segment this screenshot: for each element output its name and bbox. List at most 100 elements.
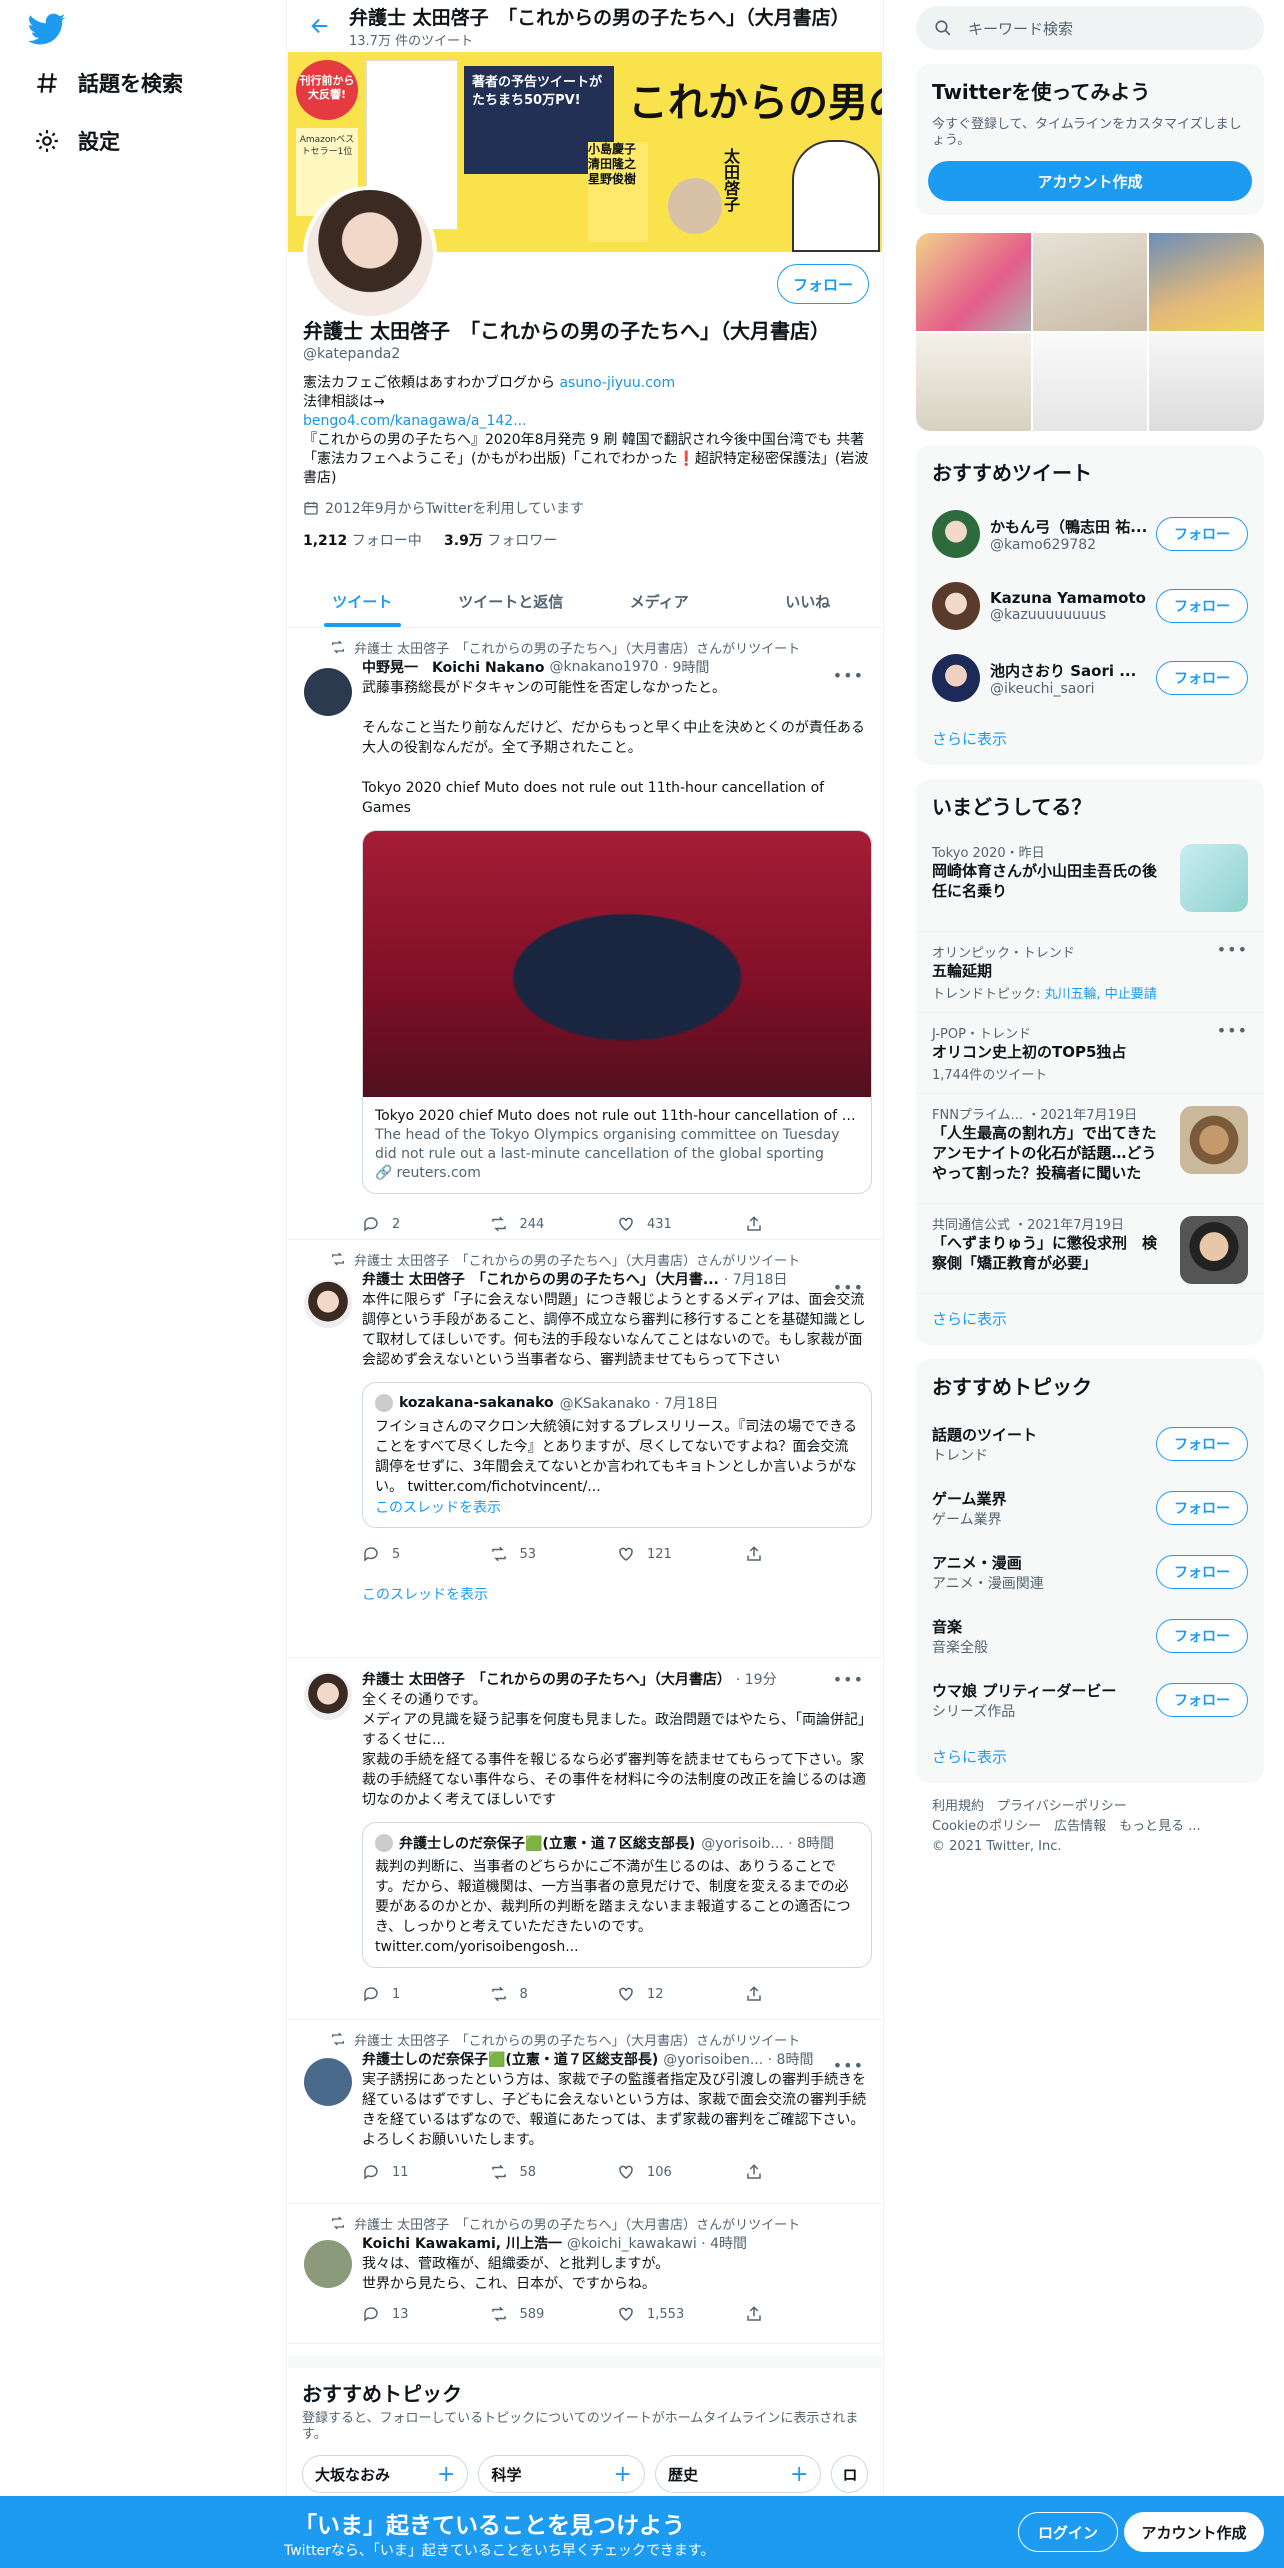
share-button[interactable] (745, 1545, 873, 1563)
show-more-link[interactable]: さらに表示 (916, 714, 1264, 765)
avatar[interactable] (304, 668, 352, 716)
retweet-button[interactable]: 244 (490, 1215, 618, 1233)
share-button[interactable] (745, 2305, 873, 2323)
tweet[interactable]: 弁護士 太田啓子 「これからの男の子たちへ」（大月書店）さんがリツイート Koi… (288, 2204, 882, 2344)
bio-link-bengo4[interactable]: bengo4.com/kanagawa/a_142... (303, 413, 527, 429)
show-more-link[interactable]: さらに表示 (916, 1732, 1264, 1783)
tweet[interactable]: 弁護士 太田啓子 「これからの男の子たちへ」（大月書店）さんがリツイート •••… (288, 2020, 882, 2204)
retweet-button[interactable]: 589 (490, 2305, 618, 2323)
media-thumbnail[interactable] (916, 233, 1031, 331)
tab-media[interactable]: メディア (585, 576, 734, 627)
media-thumbnail[interactable] (1032, 233, 1148, 331)
share-button[interactable] (745, 1215, 873, 1233)
follow-button[interactable]: フォロー (1156, 1619, 1248, 1653)
more-icon[interactable]: ••• (833, 2056, 864, 2075)
bio-link-blog[interactable]: asuno-jiyuu.com (559, 375, 675, 391)
link-card[interactable]: Tokyo 2020 chief Muto does not rule out … (362, 830, 872, 1194)
trend-item[interactable]: Tokyo 2020・昨日 岡崎体育さんが小山田圭吾氏の後任に名乗り (916, 832, 1264, 932)
topic-item[interactable]: 音楽 音楽全般 フォロー (916, 1604, 1264, 1668)
topic-item[interactable]: ゲーム業界 ゲーム業界 フォロー (916, 1476, 1264, 1540)
topic-item[interactable]: ウマ娘 プリティーダービー シリーズ作品 フォロー (916, 1668, 1264, 1732)
tweet-time[interactable]: · 19分 (736, 1669, 777, 1689)
twitter-logo-icon[interactable] (28, 10, 66, 48)
avatar[interactable] (304, 2058, 352, 2106)
tab-tweets-replies[interactable]: ツイートと返信 (437, 576, 586, 627)
follow-button[interactable]: フォロー (1156, 1555, 1248, 1589)
login-button[interactable]: ログイン (1018, 2512, 1118, 2552)
like-button[interactable]: 106 (617, 2163, 745, 2181)
retweet-button[interactable]: 8 (490, 1985, 618, 2003)
trend-item[interactable]: オリンピック・トレンド 五輪延期 トレンドトピック: 丸川五輪, 中止要請 ••… (916, 932, 1264, 1013)
share-button[interactable] (745, 1985, 873, 2003)
media-thumbnail[interactable] (916, 333, 1031, 431)
tweet-author-name[interactable]: Koichi Kawakami, 川上浩一 (362, 2233, 562, 2253)
follow-button[interactable]: フォロー (1156, 589, 1248, 623)
follow-button[interactable]: フォロー (1156, 517, 1248, 551)
retweet-button[interactable]: 58 (490, 2163, 618, 2181)
nav-settings[interactable]: 設定 (34, 126, 120, 156)
trend-topics-links[interactable]: 丸川五輪, 中止要請 (1045, 987, 1157, 1002)
back-button[interactable] (303, 9, 337, 43)
footer-links-1[interactable]: 利用規約 プライバシーポリシー (932, 1797, 1248, 1817)
profile-avatar[interactable] (303, 186, 437, 320)
like-button[interactable]: 431 (617, 1215, 745, 1233)
search-bar[interactable]: キーワード検索 (916, 6, 1264, 50)
trend-item[interactable]: FNNプライム... ・2021年7月19日 「人生最高の割れ方」で出てきたアン… (916, 1094, 1264, 1204)
topic-chip[interactable]: 大坂なおみ + (302, 2455, 469, 2493)
reply-button[interactable]: 13 (362, 2305, 490, 2323)
nav-explore[interactable]: 話題を検索 (34, 68, 183, 98)
more-icon[interactable]: ••• (833, 666, 864, 685)
topic-chip[interactable]: 科学 + (478, 2455, 645, 2493)
show-thread-link[interactable]: このスレッドを表示 (362, 1584, 872, 1604)
tweet-handle[interactable]: @koichi_kawakawi · 4時間 (567, 2233, 747, 2253)
follow-button[interactable]: フォロー (1156, 1683, 1248, 1717)
like-button[interactable]: 1,553 (617, 2305, 745, 2323)
more-icon[interactable]: ••• (1217, 1021, 1248, 1040)
reply-button[interactable]: 5 (362, 1545, 490, 1563)
trend-item[interactable]: J-POP・トレンド オリコン史上初のTOP5独占 1,744件のツイート ••… (916, 1013, 1264, 1094)
reply-button[interactable]: 2 (362, 1215, 490, 1233)
media-thumbnail[interactable] (1032, 333, 1148, 431)
tweet-handle[interactable]: @yorisoiben... · 8時間 (663, 2049, 813, 2069)
media-thumbnail[interactable] (1149, 233, 1264, 331)
tweet-handle[interactable]: @knakano1970 (549, 659, 658, 675)
topic-item[interactable]: 話題のツイート トレンド フォロー (916, 1412, 1264, 1476)
topic-item[interactable]: アニメ・漫画 アニメ・漫画関連 フォロー (916, 1540, 1264, 1604)
followers-link[interactable]: 3.9万 フォロワー (444, 533, 557, 549)
tweet[interactable]: 弁護士 太田啓子 「これからの男の子たちへ」（大月書店）さんがリツイート •••… (288, 1240, 882, 1658)
avatar[interactable] (304, 2240, 352, 2288)
create-account-button[interactable]: アカウント作成 (928, 161, 1252, 201)
like-button[interactable]: 121 (617, 1545, 745, 1563)
tweet-author-name[interactable]: 弁護士 太田啓子 「これからの男の子たちへ」（大月書... (362, 1269, 719, 1289)
search-input[interactable]: キーワード検索 (968, 18, 1073, 39)
reply-button[interactable]: 1 (362, 1985, 490, 2003)
share-button[interactable] (745, 2163, 873, 2181)
reply-button[interactable]: 11 (362, 2163, 490, 2181)
follow-button[interactable]: フォロー (1156, 661, 1248, 695)
media-thumbnail[interactable] (1149, 333, 1264, 431)
follow-button[interactable]: フォロー (1156, 1427, 1248, 1461)
show-more-link[interactable]: さらに表示 (916, 1294, 1264, 1345)
follow-button[interactable]: フォロー (1156, 1491, 1248, 1525)
topic-chip[interactable]: ロ (831, 2455, 868, 2493)
tweet[interactable]: ••• 弁護士 太田啓子 「これからの男の子たちへ」（大月書店） · 19分 全… (288, 1658, 882, 2020)
who-item[interactable]: Kazuna Yamamoto @kazuuuuuuuus フォロー (916, 570, 1264, 642)
who-item[interactable]: 池内さおり Saori ... @ikeuchi_saori フォロー (916, 642, 1264, 714)
signup-button[interactable]: アカウント作成 (1124, 2512, 1264, 2552)
tweet-author-name[interactable]: 弁護士 太田啓子 「これからの男の子たちへ」（大月書店） (362, 1669, 731, 1689)
like-button[interactable]: 12 (617, 1985, 745, 2003)
tweet-time[interactable]: · 7月18日 (724, 1269, 788, 1289)
follow-button[interactable]: フォロー (777, 264, 869, 304)
trend-item[interactable]: 共同通信公式 ・2021年7月19日 「へずまりゅう」に懲役求刑 検察側「矯正教… (916, 1204, 1264, 1294)
avatar[interactable] (304, 1280, 352, 1328)
tab-likes[interactable]: いいね (734, 576, 883, 627)
retweet-button[interactable]: 53 (490, 1545, 618, 1563)
tweet[interactable]: 弁護士 太田啓子 「これからの男の子たちへ」（大月書店）さんがリツイート •••… (288, 628, 882, 1240)
who-item[interactable]: かもん弓（鴨志田 祐... @kamo629782 フォロー (916, 498, 1264, 570)
quoted-tweet[interactable]: 弁護士しのだ奈保子🟩(立憲・道７区総支部長) @yorisoib... · 8時間… (362, 1822, 872, 1968)
tweet-author-name[interactable]: 中野晃一 Koichi Nakano (362, 657, 544, 677)
avatar[interactable] (304, 1672, 352, 1720)
more-icon[interactable]: ••• (1217, 940, 1248, 959)
more-icon[interactable]: ••• (833, 1670, 864, 1689)
quoted-tweet[interactable]: kozakana-sakanako @KSakanako · 7月18日 フイショ… (362, 1382, 872, 1528)
